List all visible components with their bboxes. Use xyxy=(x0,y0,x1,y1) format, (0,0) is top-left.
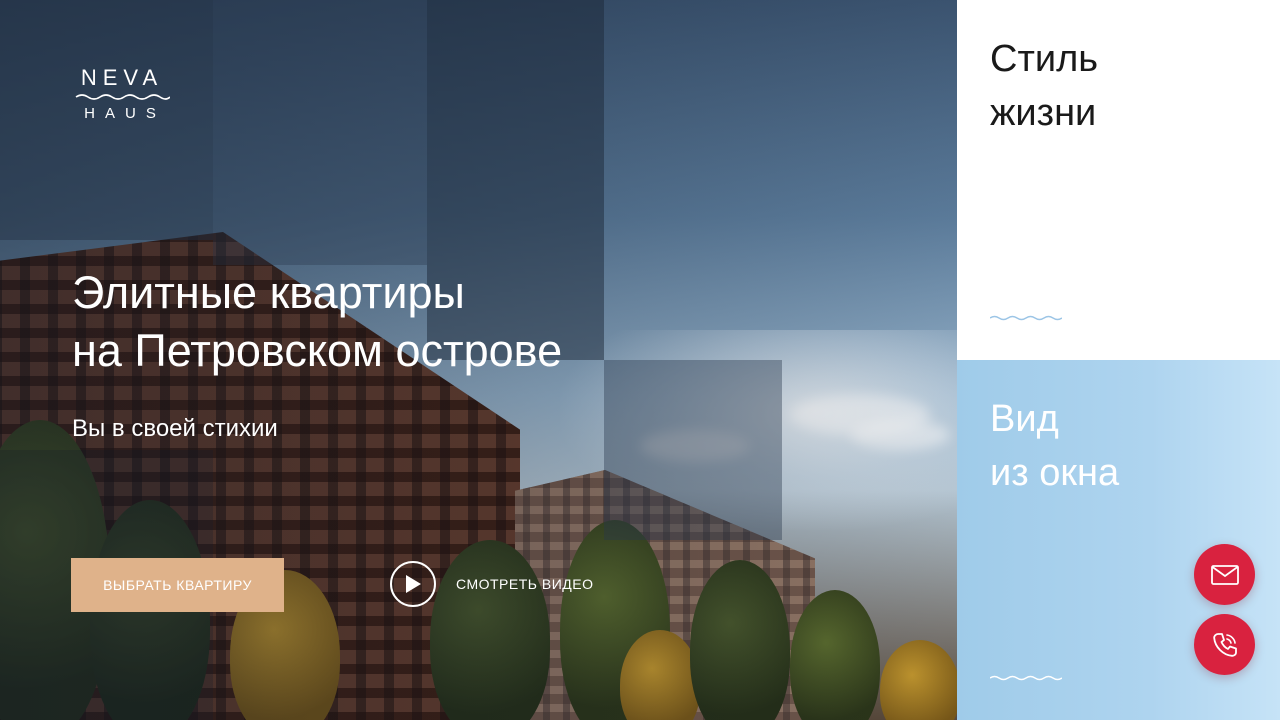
watch-video-link[interactable]: Смотреть видео xyxy=(390,560,593,608)
phone-icon xyxy=(1212,632,1237,657)
mail-button[interactable] xyxy=(1194,544,1255,605)
neva-haus-logo[interactable]: NEVA HAUS xyxy=(72,66,172,123)
overlay-panel xyxy=(604,360,782,540)
overlay-panel xyxy=(213,0,427,265)
page-title: Элитные квартиры на Петровском острове xyxy=(72,264,562,380)
choose-apartment-button[interactable]: Выбрать квартиру xyxy=(71,558,284,612)
watch-video-label: Смотреть видео xyxy=(456,576,594,592)
mail-icon xyxy=(1210,564,1239,585)
logo-wave-icon xyxy=(75,94,170,100)
card-title: Стиль жизни xyxy=(990,32,1098,140)
wave-icon xyxy=(990,315,1062,321)
card-title-line: из окна xyxy=(990,452,1120,494)
card-title-line: Стиль xyxy=(990,38,1099,80)
play-icon[interactable] xyxy=(390,561,436,607)
logo-text-top: NEVA xyxy=(80,65,164,90)
headline-line: на Петровском острове xyxy=(72,325,563,376)
logo-text-bottom: HAUS xyxy=(84,105,166,122)
wave-icon xyxy=(990,675,1062,681)
headline-line: Элитные квартиры xyxy=(72,267,465,318)
card-title-line: жизни xyxy=(990,92,1097,134)
lifestyle-card[interactable]: Стиль жизни xyxy=(957,0,1280,360)
card-title: Вид из окна xyxy=(990,392,1119,500)
phone-button[interactable] xyxy=(1194,614,1255,675)
subheadline: Вы в своей стихии xyxy=(72,415,278,442)
card-title-line: Вид xyxy=(990,398,1059,440)
